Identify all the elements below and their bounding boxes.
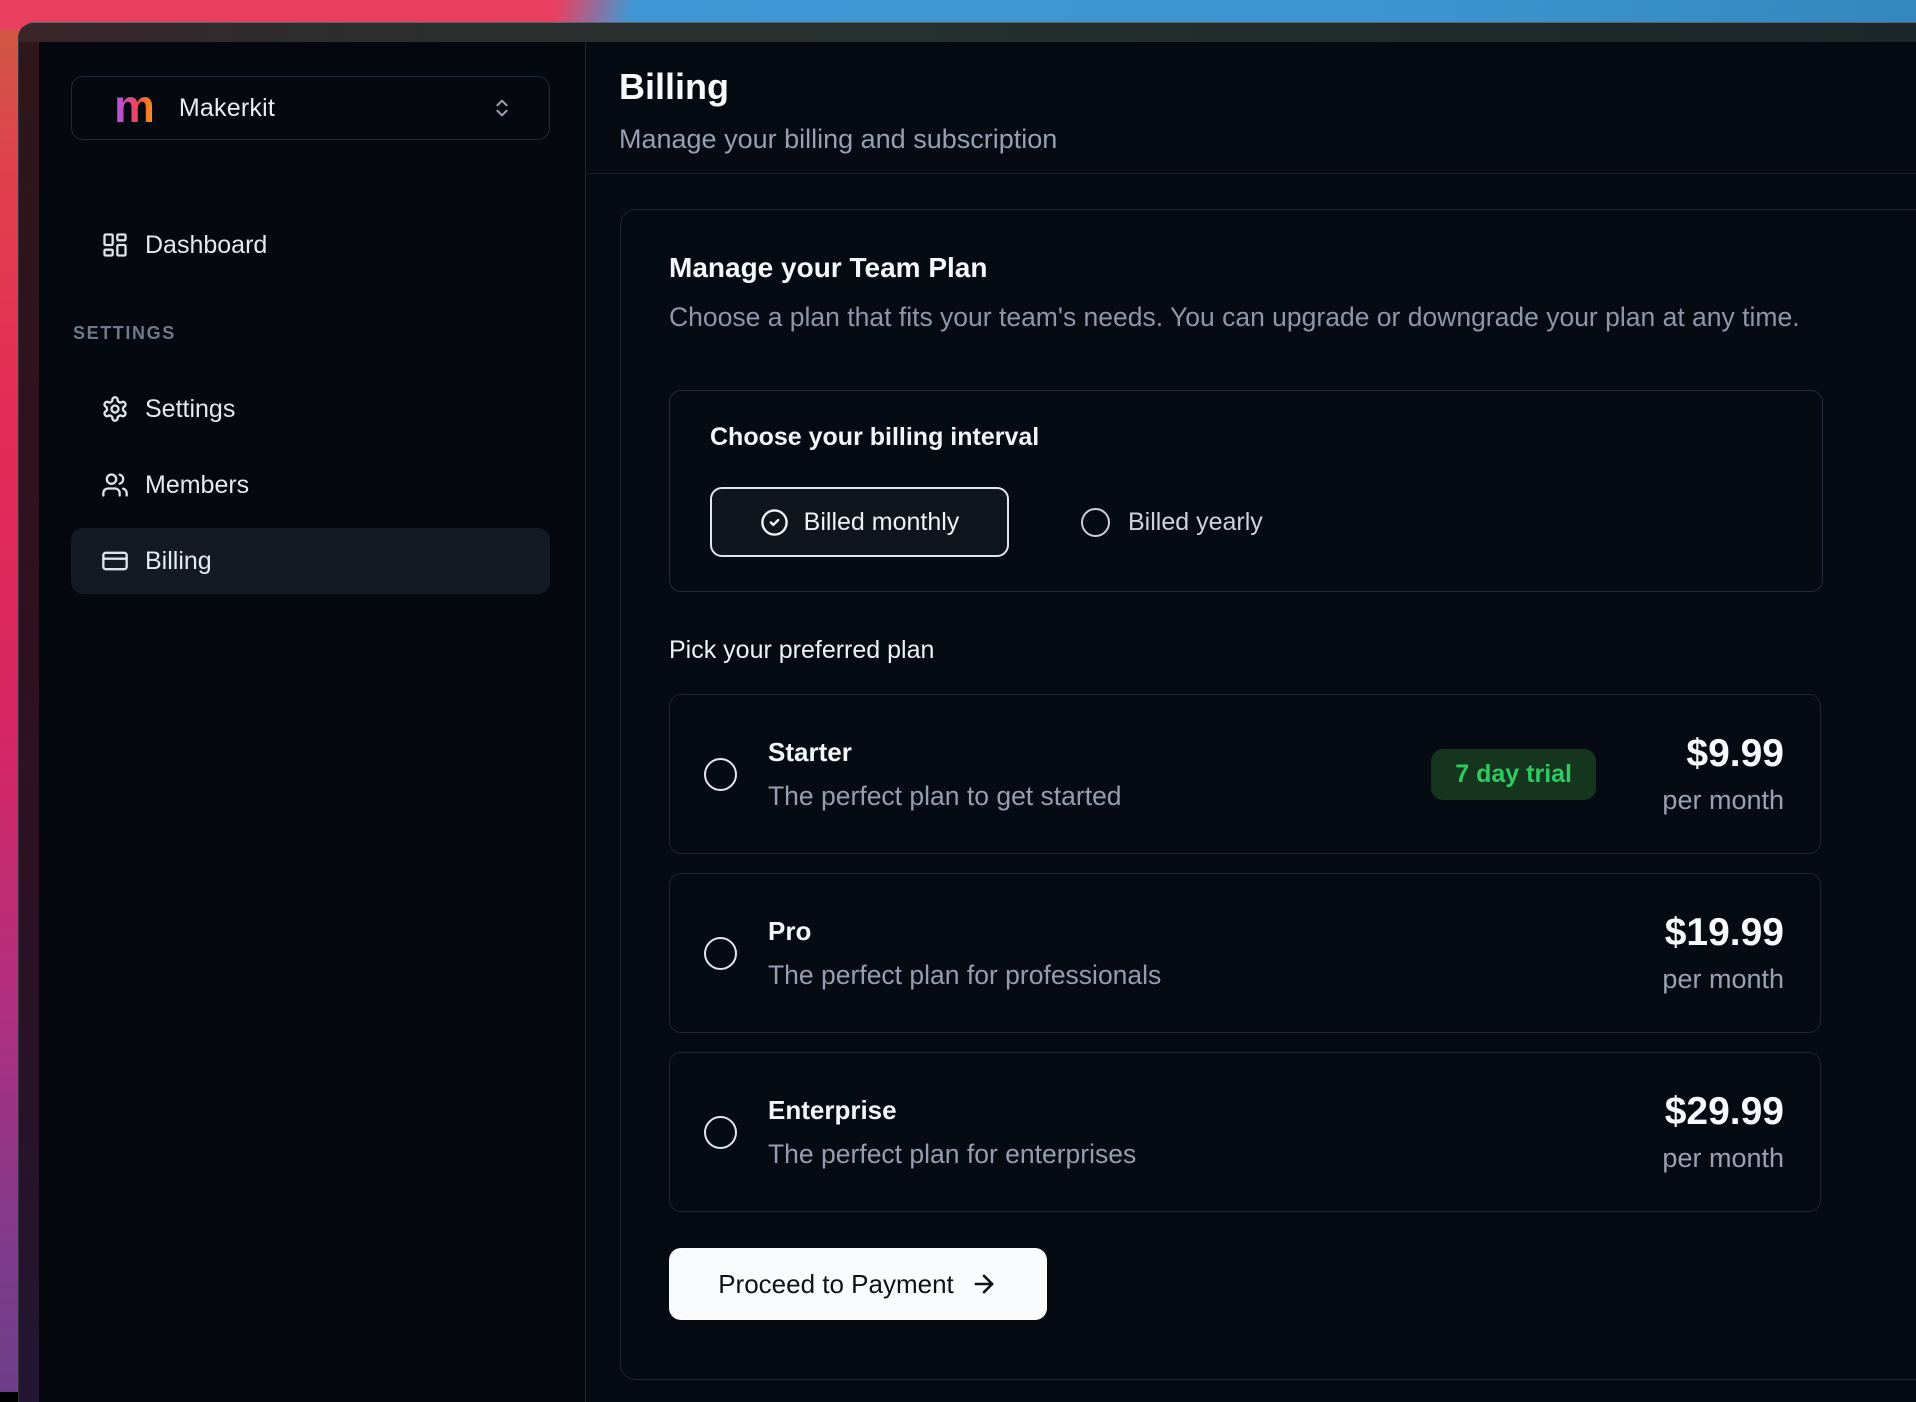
billing-interval-group: Choose your billing interval Billed mont… [669, 390, 1823, 592]
pick-plan-label: Pick your preferred plan [669, 636, 934, 665]
billing-interval-label: Choose your billing interval [710, 423, 1039, 452]
window-top-band [19, 23, 1916, 42]
page-title: Billing [619, 66, 729, 108]
dashboard-icon [101, 231, 129, 259]
arrow-right-icon [970, 1270, 998, 1298]
sidebar-item-label: Members [145, 471, 249, 500]
billed-yearly-option[interactable]: Billed yearly [1081, 508, 1263, 537]
billing-interval-controls: Billed monthly Billed yearly [710, 487, 1263, 557]
header-divider [587, 173, 1916, 174]
plan-price-block: $9.99 per month [1634, 732, 1784, 816]
window-left-edge-tint [19, 42, 39, 1402]
plan-name: Starter [768, 737, 1122, 768]
members-icon [101, 471, 129, 499]
radio-icon[interactable] [704, 1116, 737, 1149]
plan-period: per month [1634, 964, 1784, 995]
plan-row-starter[interactable]: Starter The perfect plan to get started … [669, 694, 1821, 854]
gear-icon [101, 395, 129, 423]
workspace-name: Makerkit [179, 94, 275, 123]
plan-description: The perfect plan to get started [768, 781, 1122, 812]
plan-price: $29.99 [1634, 1090, 1784, 1134]
plan-description: The perfect plan for professionals [768, 960, 1161, 991]
plan-price: $19.99 [1634, 911, 1784, 955]
plan-info: Starter The perfect plan to get started [768, 737, 1122, 812]
team-plan-card: Manage your Team Plan Choose a plan that… [620, 209, 1916, 1380]
circle-check-icon [760, 508, 789, 537]
plan-price-block: $29.99 per month [1634, 1090, 1784, 1174]
sidebar-item-billing[interactable]: Billing [71, 528, 550, 594]
sidebar-item-members[interactable]: Members [71, 455, 550, 515]
card-title: Manage your Team Plan [669, 252, 987, 284]
plan-name: Pro [768, 916, 1161, 947]
plan-row-enterprise[interactable]: Enterprise The perfect plan for enterpri… [669, 1052, 1821, 1212]
plan-name: Enterprise [768, 1095, 1136, 1126]
plan-row-pro[interactable]: Pro The perfect plan for professionals $… [669, 873, 1821, 1033]
sidebar-item-settings[interactable]: Settings [71, 379, 550, 439]
plan-description: The perfect plan for enterprises [768, 1139, 1136, 1170]
sidebar-item-dashboard[interactable]: Dashboard [71, 215, 550, 275]
workspace-selector[interactable]: m Makerkit [71, 76, 550, 140]
plan-info: Enterprise The perfect plan for enterpri… [768, 1095, 1136, 1170]
proceed-to-payment-button[interactable]: Proceed to Payment [669, 1248, 1047, 1320]
plan-price: $9.99 [1634, 732, 1784, 776]
billed-yearly-label: Billed yearly [1128, 508, 1263, 537]
radio-icon[interactable] [704, 937, 737, 970]
sidebar: m Makerkit Dashboard SETTINGS Settings M… [39, 42, 586, 1402]
sidebar-item-label: Billing [145, 547, 212, 576]
sidebar-item-label: Settings [145, 395, 235, 424]
proceed-button-label: Proceed to Payment [718, 1269, 954, 1300]
plan-info: Pro The perfect plan for professionals [768, 916, 1161, 991]
card-description: Choose a plan that fits your team's need… [669, 302, 1800, 333]
makerkit-logo: m [114, 83, 155, 129]
plan-list: Starter The perfect plan to get started … [669, 694, 1821, 1212]
plan-period: per month [1634, 785, 1784, 816]
credit-card-icon [101, 547, 129, 575]
billed-monthly-label: Billed monthly [804, 508, 960, 537]
app-window: m Makerkit Dashboard SETTINGS Settings M… [18, 22, 1916, 1402]
sidebar-item-label: Dashboard [145, 231, 267, 260]
page-subtitle: Manage your billing and subscription [619, 124, 1057, 155]
main-content: Billing Manage your billing and subscrip… [587, 42, 1916, 1402]
sidebar-section-settings: SETTINGS [73, 323, 176, 344]
billed-monthly-option[interactable]: Billed monthly [710, 487, 1009, 557]
plan-period: per month [1634, 1143, 1784, 1174]
plan-price-block: $19.99 per month [1634, 911, 1784, 995]
radio-icon [1081, 508, 1110, 537]
trial-badge: 7 day trial [1431, 749, 1596, 800]
chevron-up-down-icon [491, 97, 513, 119]
radio-icon[interactable] [704, 758, 737, 791]
